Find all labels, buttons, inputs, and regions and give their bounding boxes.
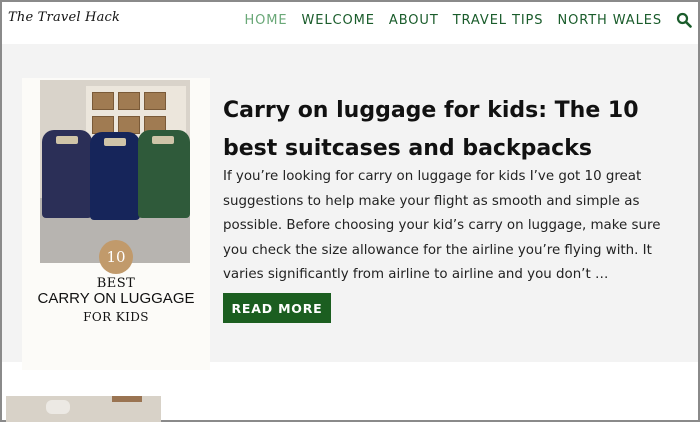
luggage-photo bbox=[40, 80, 190, 263]
thumbnail-line-carry-on: CARRY ON LUGGAGE bbox=[37, 290, 195, 307]
main-nav: HOME WELCOME ABOUT TRAVEL TIPS NORTH WAL… bbox=[245, 13, 663, 28]
next-post-thumbnail[interactable] bbox=[6, 396, 161, 422]
number-badge: 10 bbox=[99, 240, 133, 274]
basket-shape bbox=[144, 92, 166, 110]
thumbnail-line-best: BEST bbox=[96, 276, 136, 291]
post-thumbnail[interactable]: 10 BEST CARRY ON LUGGAGE FOR KIDS bbox=[22, 78, 210, 370]
post-title[interactable]: Carry on luggage for kids: The 10 best s… bbox=[223, 92, 683, 168]
nav-item-about[interactable]: ABOUT bbox=[389, 13, 439, 28]
site-logo[interactable]: The Travel Hack bbox=[8, 10, 120, 25]
search-icon[interactable] bbox=[676, 12, 692, 28]
nav-item-welcome[interactable]: WELCOME bbox=[302, 13, 375, 28]
backpack-leopard bbox=[42, 130, 92, 218]
nav-item-home[interactable]: HOME bbox=[245, 13, 288, 28]
thumbnail-line-for-kids: FOR KIDS bbox=[83, 310, 149, 324]
nav-item-north-wales[interactable]: NORTH WALES bbox=[557, 13, 662, 28]
nav-item-travel-tips[interactable]: TRAVEL TIPS bbox=[453, 13, 544, 28]
backpack-green bbox=[138, 130, 190, 218]
basket-shape bbox=[118, 92, 140, 110]
read-more-button[interactable]: READ MORE bbox=[223, 293, 331, 323]
backpack-navy bbox=[90, 132, 140, 220]
post-card: 10 BEST CARRY ON LUGGAGE FOR KIDS Carry … bbox=[2, 44, 698, 370]
basket-shape bbox=[92, 92, 114, 110]
site-header: The Travel Hack HOME WELCOME ABOUT TRAVE… bbox=[2, 2, 698, 42]
post-excerpt: If you’re looking for carry on luggage f… bbox=[223, 169, 661, 282]
